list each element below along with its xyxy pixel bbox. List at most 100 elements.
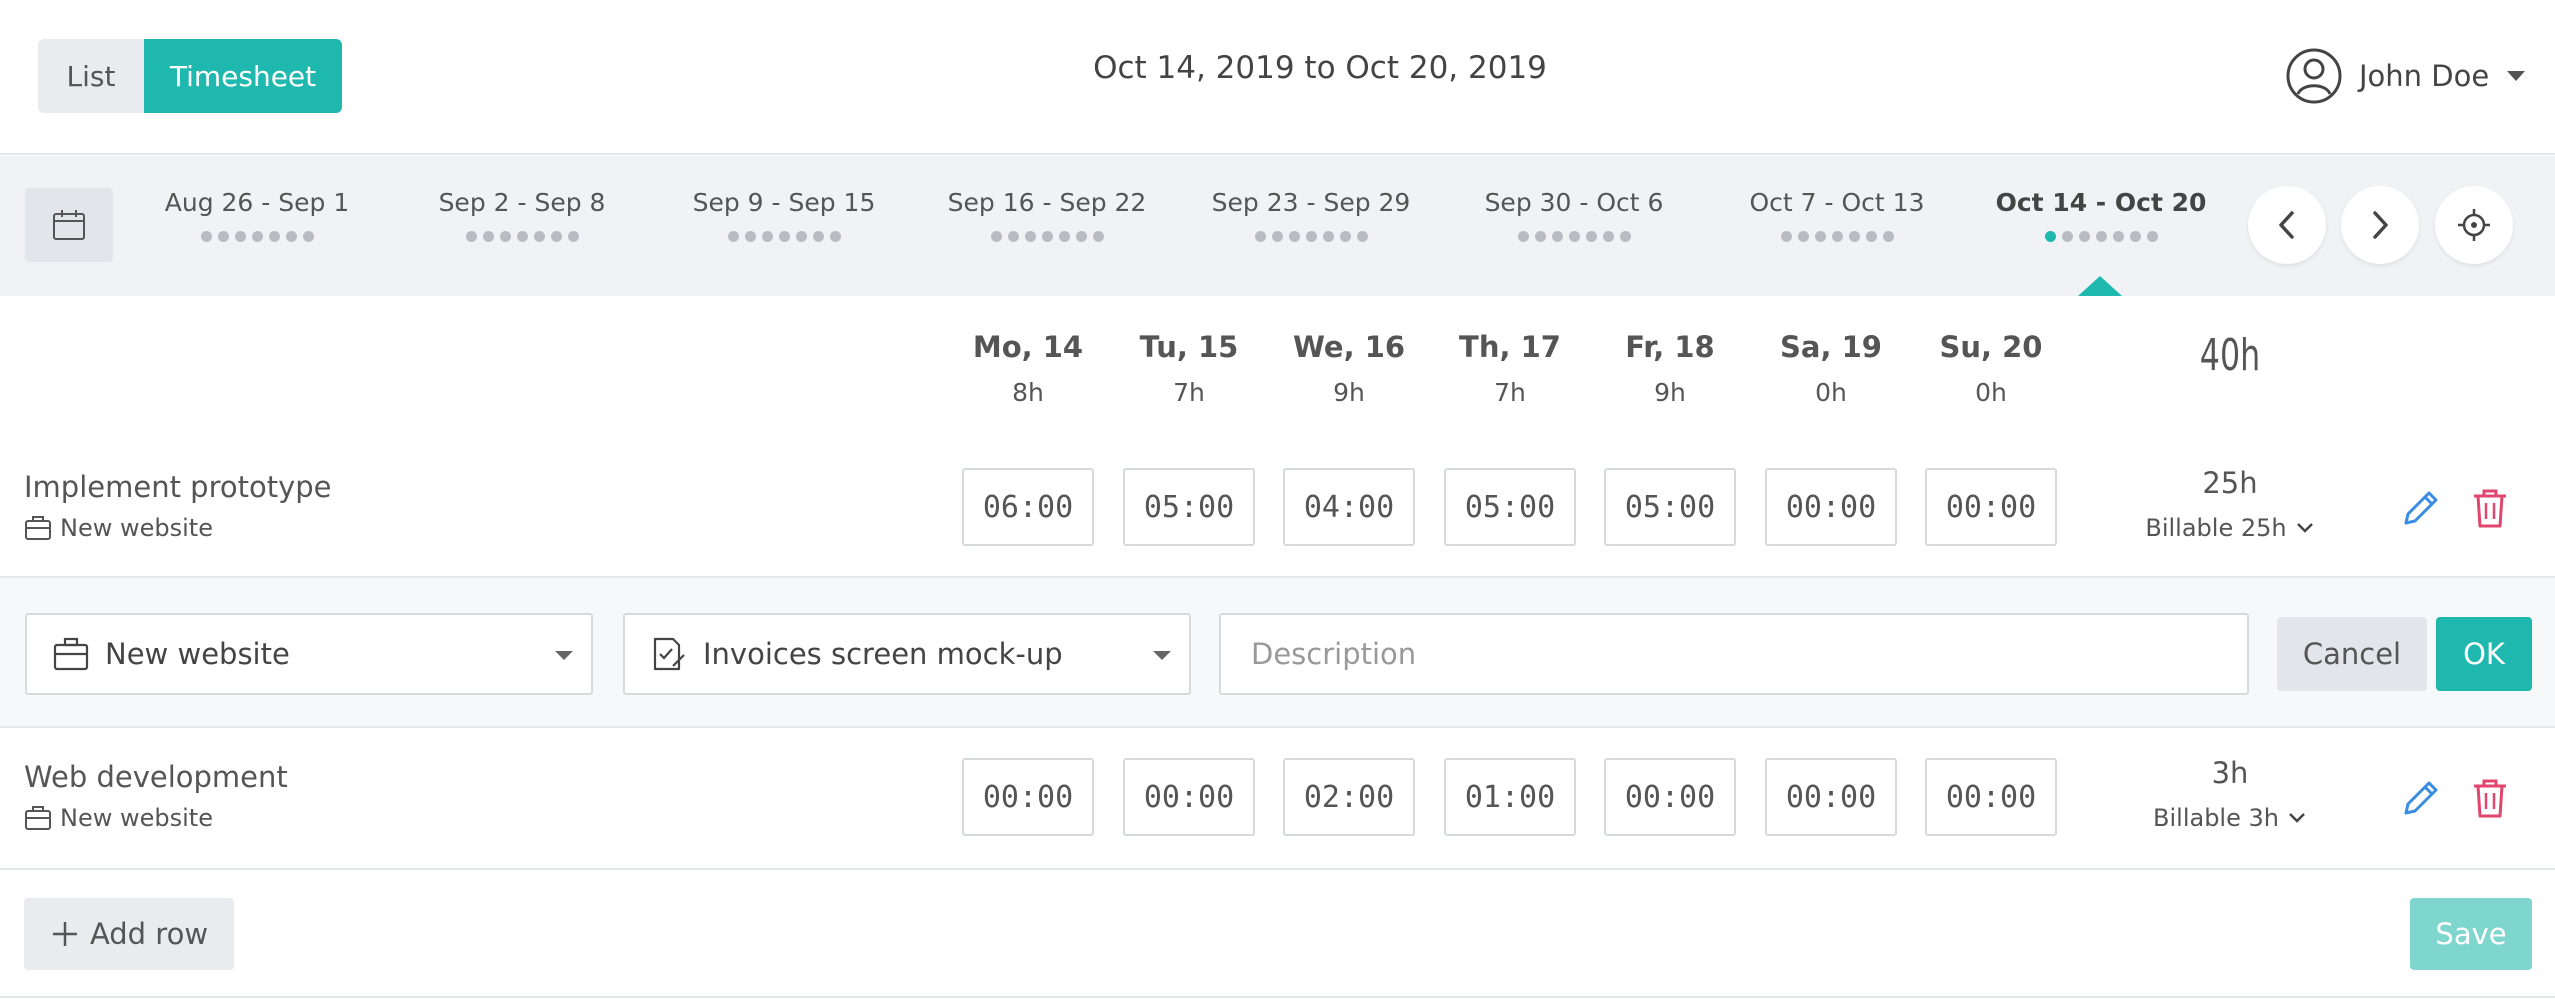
row-total: 25h xyxy=(2202,466,2258,500)
chevron-left-icon xyxy=(2279,211,2294,239)
day-header: Sa, 19 0h xyxy=(1761,330,1901,407)
chevron-down-icon xyxy=(2289,813,2305,823)
add-row-button[interactable]: Add row xyxy=(24,898,234,970)
time-cell[interactable] xyxy=(1765,758,1897,836)
timesheet-view-button[interactable]: Timesheet xyxy=(144,39,342,113)
description-input[interactable] xyxy=(1219,613,2249,695)
week-day-dots xyxy=(1981,231,2221,242)
day-hours: 0h xyxy=(1815,378,1847,407)
user-menu[interactable]: John Doe xyxy=(2285,40,2526,112)
time-cell[interactable] xyxy=(962,758,1094,836)
day-header: We, 16 9h xyxy=(1279,330,1419,407)
time-cell[interactable] xyxy=(1283,758,1415,836)
billable-dropdown[interactable]: Billable 25h xyxy=(2110,514,2350,542)
week-item[interactable]: Sep 30 - Oct 6 xyxy=(1454,188,1694,242)
save-button[interactable]: Save xyxy=(2410,898,2532,970)
briefcase-icon xyxy=(25,806,51,830)
week-label: Sep 23 - Sep 29 xyxy=(1211,188,1411,217)
day-header: Su, 20 0h xyxy=(1921,330,2061,407)
calendar-button[interactable] xyxy=(25,188,113,262)
list-view-button[interactable]: List xyxy=(38,39,144,113)
date-range-title: Oct 14, 2019 to Oct 20, 2019 xyxy=(1093,50,1547,86)
day-hours: 0h xyxy=(1975,378,2007,407)
view-toggle: List Timesheet xyxy=(38,39,342,113)
day-hours: 7h xyxy=(1494,378,1526,407)
time-cell[interactable] xyxy=(1444,468,1576,546)
day-hours: 7h xyxy=(1173,378,1205,407)
week-label: Sep 30 - Oct 6 xyxy=(1484,188,1664,217)
time-cell[interactable] xyxy=(1604,758,1736,836)
timesheet-row: Implement prototype New website 25h Bill… xyxy=(0,440,2555,576)
user-name: John Doe xyxy=(2359,59,2490,93)
day-header: Mo, 14 8h xyxy=(958,330,1098,407)
footer: Add row Save xyxy=(0,868,2555,999)
time-cell[interactable] xyxy=(1604,468,1736,546)
day-header: Tu, 15 7h xyxy=(1119,330,1259,407)
day-header: Fr, 18 9h xyxy=(1600,330,1740,407)
trash-icon xyxy=(2474,489,2506,528)
week-item[interactable]: Sep 9 - Sep 15 xyxy=(664,188,904,242)
task-name: Implement prototype xyxy=(24,470,332,504)
day-name: Mo, 14 xyxy=(972,330,1084,364)
week-item[interactable]: Sep 2 - Sep 8 xyxy=(402,188,642,242)
time-cell[interactable] xyxy=(1123,468,1255,546)
previous-week-button[interactable] xyxy=(2248,186,2326,264)
week-label: Sep 9 - Sep 15 xyxy=(692,188,876,217)
new-entry-editor: New website Invoices screen mock-up Canc… xyxy=(0,576,2555,728)
time-cell[interactable] xyxy=(1283,468,1415,546)
time-cell[interactable] xyxy=(962,468,1094,546)
time-cell[interactable] xyxy=(1123,758,1255,836)
week-label: Oct 14 - Oct 20 xyxy=(1995,188,2207,217)
week-item[interactable]: Sep 23 - Sep 29 xyxy=(1191,188,1431,242)
billable-dropdown[interactable]: Billable 3h xyxy=(2110,804,2350,832)
week-day-dots xyxy=(137,231,377,242)
edit-row-button[interactable] xyxy=(2397,484,2445,532)
user-circle-icon xyxy=(2286,48,2342,104)
time-cell[interactable] xyxy=(1925,468,2057,546)
week-label: Sep 2 - Sep 8 xyxy=(438,188,606,217)
pencil-icon xyxy=(2404,491,2438,525)
plus-icon xyxy=(52,922,77,946)
crosshair-icon xyxy=(2458,209,2490,241)
task-checklist-icon xyxy=(653,637,685,671)
project-name: New website xyxy=(60,514,213,542)
day-hours: 9h xyxy=(1333,378,1365,407)
chevron-down-icon xyxy=(2507,71,2526,81)
billable-label: Billable 3h xyxy=(2153,804,2279,832)
project-select[interactable]: New website xyxy=(25,613,593,695)
ok-button[interactable]: OK xyxy=(2436,617,2532,691)
chevron-right-icon xyxy=(2373,211,2388,239)
cancel-button[interactable]: Cancel xyxy=(2277,617,2427,691)
time-cell[interactable] xyxy=(1925,758,2057,836)
current-week-button[interactable] xyxy=(2435,186,2513,264)
chevron-down-icon xyxy=(1153,651,1171,660)
day-name: Sa, 19 xyxy=(1780,330,1882,364)
briefcase-icon xyxy=(53,637,89,671)
week-item[interactable]: Sep 16 - Sep 22 xyxy=(927,188,1167,242)
project-name: New website xyxy=(60,804,213,832)
top-bar: List Timesheet Oct 14, 2019 to Oct 20, 2… xyxy=(0,0,2555,155)
week-item[interactable]: Oct 7 - Oct 13 xyxy=(1717,188,1957,242)
task-project: New website xyxy=(24,804,213,832)
week-grand-total: 40h xyxy=(2199,330,2261,381)
pencil-icon xyxy=(2404,781,2438,815)
week-item[interactable]: Aug 26 - Sep 1 xyxy=(137,188,377,242)
delete-row-button[interactable] xyxy=(2466,774,2514,822)
week-item-active[interactable]: Oct 14 - Oct 20 xyxy=(1981,188,2221,242)
time-cell[interactable] xyxy=(1444,758,1576,836)
task-select[interactable]: Invoices screen mock-up xyxy=(623,613,1191,695)
next-week-button[interactable] xyxy=(2341,186,2419,264)
day-name: Tu, 15 xyxy=(1139,330,1239,364)
row-total: 3h xyxy=(2211,756,2249,790)
task-name: Web development xyxy=(24,760,288,794)
week-day-dots xyxy=(664,231,904,242)
week-label: Sep 16 - Sep 22 xyxy=(947,188,1147,217)
day-name: Th, 17 xyxy=(1459,330,1561,364)
add-row-label: Add row xyxy=(89,917,209,951)
edit-row-button[interactable] xyxy=(2397,774,2445,822)
day-name: Su, 20 xyxy=(1939,330,2043,364)
time-cell[interactable] xyxy=(1765,468,1897,546)
day-name: We, 16 xyxy=(1292,330,1406,364)
delete-row-button[interactable] xyxy=(2466,484,2514,532)
week-day-dots xyxy=(1717,231,1957,242)
